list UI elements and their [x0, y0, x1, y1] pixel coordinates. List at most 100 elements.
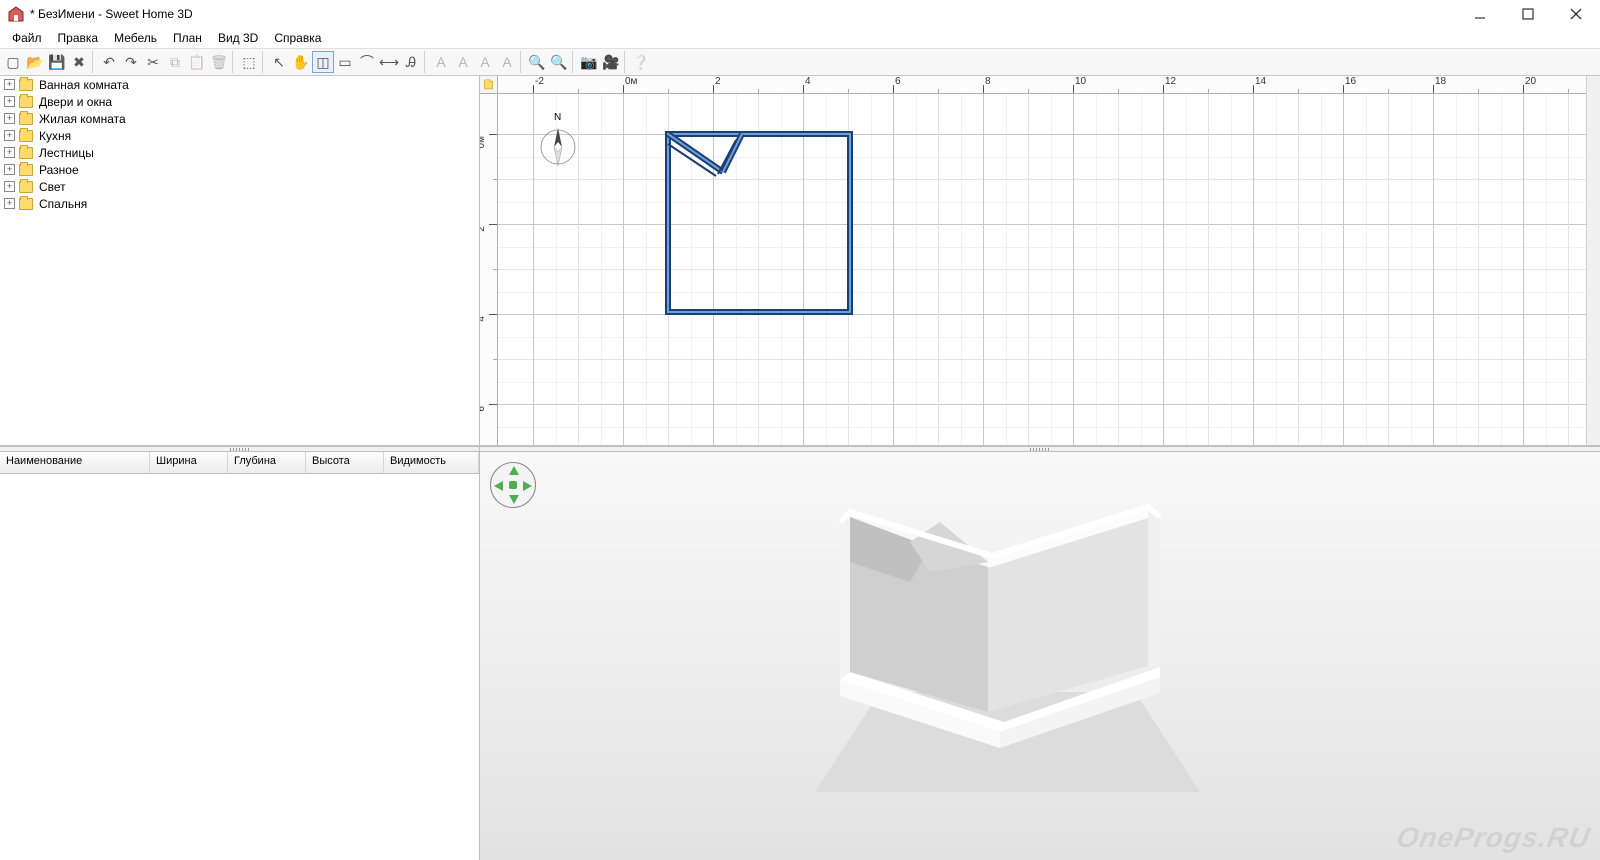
toolbar-separator	[624, 51, 628, 73]
catalog-category[interactable]: +Спальня	[0, 195, 479, 212]
catalog-category[interactable]: + Двери и окна	[0, 93, 479, 110]
help-icon[interactable]: ❔	[630, 51, 652, 73]
ruler-h-label: -2	[535, 76, 544, 87]
save-icon[interactable]: 💾	[46, 51, 68, 73]
close-button[interactable]	[1560, 4, 1592, 24]
folder-icon	[19, 198, 33, 210]
3d-view[interactable]: OneProgs.RU	[480, 452, 1600, 860]
vertical-ruler: 0м246	[480, 94, 498, 445]
ruler-h-label: 12	[1165, 76, 1176, 87]
create-dimensions-icon[interactable]: ⟷	[378, 51, 400, 73]
category-label: Кухня	[37, 129, 71, 143]
zoom-in-icon[interactable]: 🔍	[526, 51, 548, 73]
menu-bar: Файл Правка Мебель План Вид 3D Справка	[0, 28, 1600, 48]
folder-icon	[19, 79, 33, 91]
furniture-list-panel: Наименование Ширина Глубина Высота Видим…	[0, 452, 479, 860]
ruler-h-label: 6	[895, 76, 901, 87]
ruler-v-label: 4	[480, 316, 487, 322]
menu-file[interactable]: Файл	[6, 29, 48, 47]
undo-icon[interactable]: ↶	[98, 51, 120, 73]
ruler-h-label: 20	[1525, 76, 1536, 87]
menu-edit[interactable]: Правка	[52, 29, 105, 47]
toolbar-separator	[572, 51, 576, 73]
walls-drawing[interactable]	[498, 94, 1586, 445]
expand-icon[interactable]: +	[4, 164, 15, 175]
catalog-category[interactable]: + Лестницы	[0, 144, 479, 161]
paste-icon: 📋	[186, 51, 208, 73]
catalog-category[interactable]: + Жилая комната	[0, 110, 479, 127]
category-label: Ванная комната	[37, 78, 129, 92]
text-size-down-icon: A	[496, 51, 518, 73]
catalog-category[interactable]: + Кухня	[0, 127, 479, 144]
expand-icon[interactable]: +	[4, 79, 15, 90]
col-name[interactable]: Наименование	[0, 452, 150, 473]
ruler-h-label: 4	[805, 76, 811, 87]
ruler-v-label: 6	[480, 406, 487, 412]
new-file-icon[interactable]: ▢	[2, 51, 24, 73]
text-bold-icon: A	[430, 51, 452, 73]
category-label: Лестницы	[37, 146, 94, 160]
toolbar-separator	[424, 51, 428, 73]
col-height[interactable]: Высота	[306, 452, 384, 473]
toolbar-separator	[232, 51, 236, 73]
ruler-h-label: 0м	[625, 76, 637, 87]
text-italic-icon: A	[452, 51, 474, 73]
redo-icon[interactable]: ↷	[120, 51, 142, 73]
folder-icon	[19, 181, 33, 193]
ruler-h-label: 16	[1345, 76, 1356, 87]
category-label: Разное	[37, 163, 79, 177]
ruler-h-label: 18	[1435, 76, 1446, 87]
copy-icon: ⧉	[164, 51, 186, 73]
ruler-origin-button[interactable]	[480, 76, 498, 94]
window-titlebar: * БезИмени - Sweet Home 3D	[0, 0, 1600, 28]
expand-icon[interactable]: +	[4, 130, 15, 141]
menu-3dview[interactable]: Вид 3D	[212, 29, 264, 47]
catalog-category[interactable]: +Свет	[0, 178, 479, 195]
expand-icon[interactable]: +	[4, 181, 15, 192]
3d-room-render	[480, 452, 1600, 860]
folder-icon	[19, 96, 33, 108]
zoom-out-icon[interactable]: 🔍	[548, 51, 570, 73]
plan-vertical-scrollbar[interactable]	[1586, 76, 1600, 445]
catalog-category[interactable]: + Разное	[0, 161, 479, 178]
create-polyline-icon[interactable]: ⌒	[356, 51, 378, 73]
create-photo-icon[interactable]: 📷	[578, 51, 600, 73]
col-visible[interactable]: Видимость	[384, 452, 479, 473]
plan-canvas[interactable]: N	[498, 94, 1586, 445]
expand-icon[interactable]: +	[4, 147, 15, 158]
create-text-icon[interactable]: Ꭿ	[400, 51, 422, 73]
text-size-up-icon: A	[474, 51, 496, 73]
expand-icon[interactable]: +	[4, 96, 15, 107]
menu-furniture[interactable]: Мебель	[108, 29, 163, 47]
menu-plan[interactable]: План	[167, 29, 208, 47]
folder-icon	[19, 164, 33, 176]
toolbar-separator	[520, 51, 524, 73]
preferences-icon[interactable]: ✖	[68, 51, 90, 73]
col-depth[interactable]: Глубина	[228, 452, 306, 473]
folder-icon	[19, 130, 33, 142]
add-furniture-icon[interactable]: ⬚	[238, 51, 260, 73]
pan-tool-icon[interactable]: ✋	[290, 51, 312, 73]
ruler-h-label: 2	[715, 76, 721, 87]
create-walls-icon[interactable]: ◫	[312, 51, 334, 73]
main-toolbar: ▢📂💾✖↶↷✂⧉📋🗑⬚↖✋◫▭⌒⟷ᎯAAAA🔍🔍📷🎥❔	[0, 48, 1600, 76]
expand-icon[interactable]: +	[4, 113, 15, 124]
expand-icon[interactable]: +	[4, 198, 15, 209]
category-label: Двери и окна	[37, 95, 112, 109]
horizontal-ruler: -20м2468101214161820	[498, 76, 1586, 94]
category-label: Жилая комната	[37, 112, 126, 126]
minimize-button[interactable]	[1464, 4, 1496, 24]
cut-icon[interactable]: ✂	[142, 51, 164, 73]
horizontal-splitter[interactable]	[0, 446, 479, 452]
plan-view[interactable]: -20м2468101214161820 0м246 N	[480, 76, 1600, 446]
catalog-category[interactable]: + Ванная комната	[0, 76, 479, 93]
create-video-icon[interactable]: 🎥	[600, 51, 622, 73]
furniture-catalog-tree[interactable]: + Ванная комната + Двери и окна + Жилая комна…	[0, 76, 479, 446]
select-tool-icon[interactable]: ↖	[268, 51, 290, 73]
col-width[interactable]: Ширина	[150, 452, 228, 473]
furniture-table-header: Наименование Ширина Глубина Высота Видим…	[0, 452, 479, 474]
menu-help[interactable]: Справка	[268, 29, 327, 47]
open-file-icon[interactable]: 📂	[24, 51, 46, 73]
maximize-button[interactable]	[1512, 4, 1544, 24]
create-rooms-icon[interactable]: ▭	[334, 51, 356, 73]
